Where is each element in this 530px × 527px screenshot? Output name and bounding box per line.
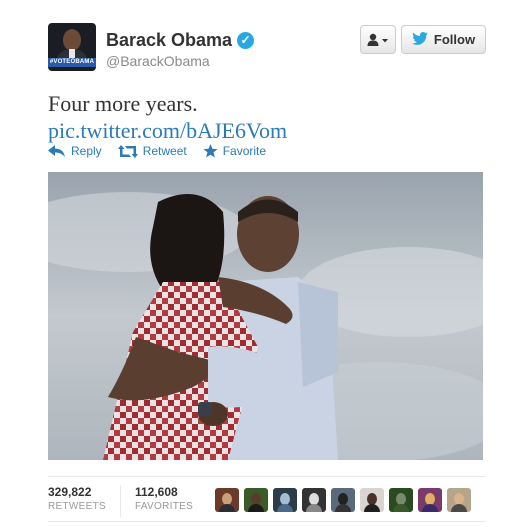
- favorite-button[interactable]: Favorite: [203, 144, 266, 158]
- avatar-banner: #VOTEOBAMA: [48, 58, 96, 67]
- favoriter-avatar[interactable]: [215, 488, 239, 512]
- tweet-actions: Reply Retweet Favorite: [48, 144, 266, 158]
- favoriter-avatar[interactable]: [389, 488, 413, 512]
- avatar[interactable]: #VOTEOBAMA: [48, 23, 96, 71]
- retweet-label: Retweet: [142, 144, 187, 158]
- retweets-stat[interactable]: 329,822 RETWEETS: [48, 485, 121, 517]
- favorites-count: 112,608: [134, 485, 178, 499]
- reply-button[interactable]: Reply: [48, 144, 102, 158]
- favoriter-avatar[interactable]: [302, 488, 326, 512]
- favoriter-avatar[interactable]: [331, 488, 355, 512]
- photo-embrace-image: [48, 172, 483, 460]
- bird-icon: [411, 31, 428, 48]
- profile-handle[interactable]: @BarackObama: [106, 53, 210, 69]
- favorites-stat[interactable]: 112,608 FAVORITES: [135, 485, 207, 517]
- user-actions-button[interactable]: [360, 25, 396, 54]
- star-icon: [203, 144, 218, 158]
- person-dropdown-icon: [367, 33, 388, 46]
- avatar-head: [63, 29, 81, 51]
- reply-icon: [48, 145, 65, 157]
- retweets-label: RETWEETS: [48, 501, 106, 512]
- profile-name[interactable]: Barack Obama: [106, 30, 232, 51]
- favoriter-avatar[interactable]: [418, 488, 442, 512]
- follow-button[interactable]: Follow: [401, 25, 486, 54]
- retweet-button[interactable]: Retweet: [117, 144, 187, 158]
- verified-icon: ✓: [237, 32, 254, 49]
- divider-bottom: [48, 521, 486, 522]
- divider-top: [48, 476, 486, 477]
- reply-label: Reply: [71, 144, 102, 158]
- tweet-photo[interactable]: [48, 172, 483, 460]
- favoriters-avatars: [215, 488, 471, 512]
- follow-label: Follow: [433, 32, 476, 47]
- tweet-stats: 329,822 RETWEETS 112,608 FAVORITES: [48, 485, 221, 517]
- retweet-icon: [117, 144, 138, 158]
- favoriter-avatar[interactable]: [273, 488, 297, 512]
- retweets-count: 329,822: [48, 485, 92, 499]
- tweet-media-link[interactable]: pic.twitter.com/bAJE6Vom: [48, 117, 287, 145]
- favoriter-avatar[interactable]: [360, 488, 384, 512]
- tweet-text: Four more years.: [48, 91, 198, 116]
- favoriter-avatar[interactable]: [447, 488, 471, 512]
- favorites-label: FAVORITES: [134, 501, 194, 512]
- favorite-label: Favorite: [222, 144, 267, 158]
- favoriter-avatar[interactable]: [244, 488, 268, 512]
